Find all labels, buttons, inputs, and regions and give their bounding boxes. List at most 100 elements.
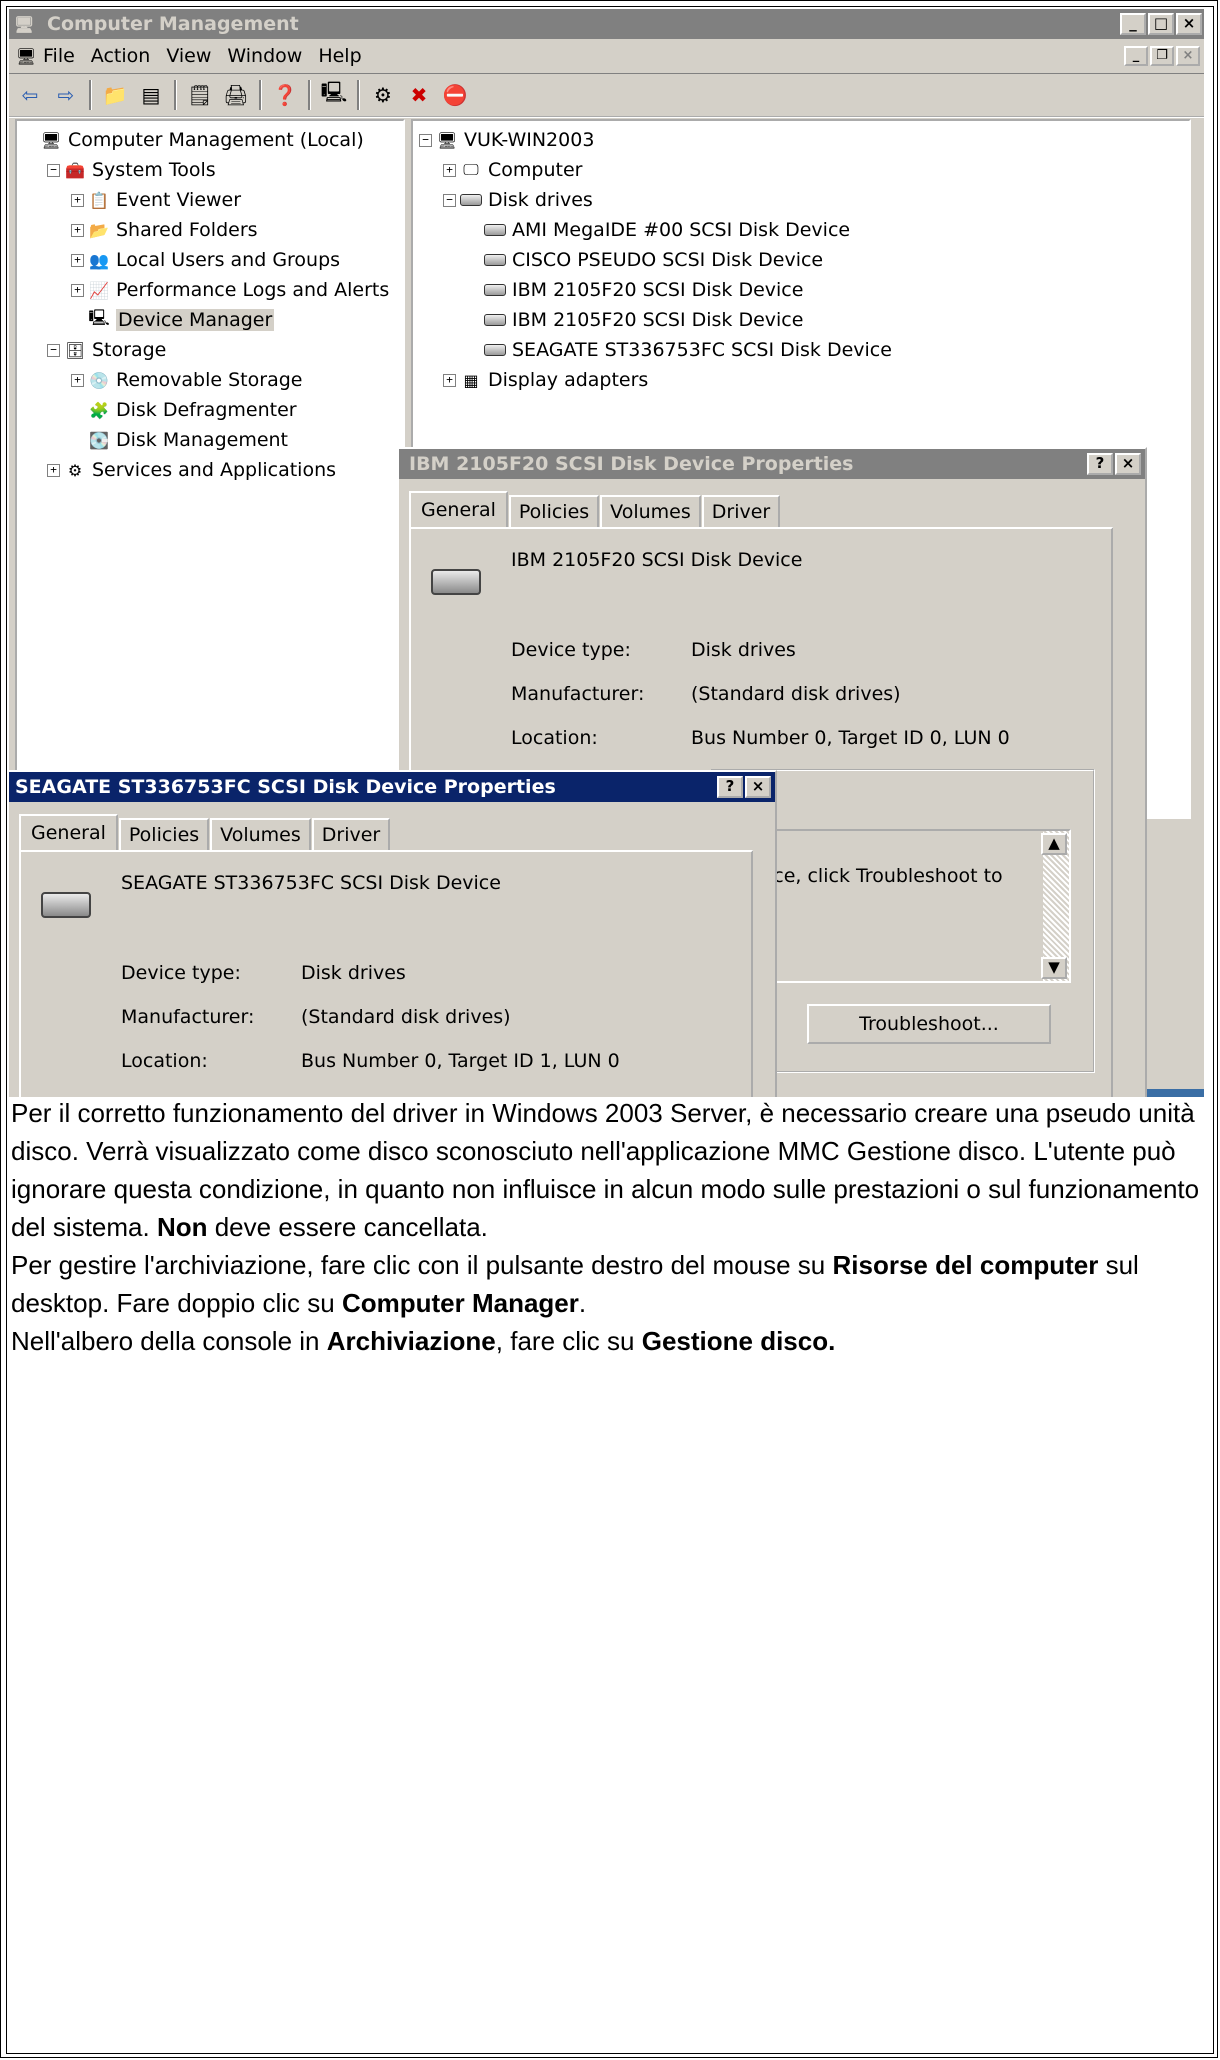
scroll-down-button[interactable]: ▼ xyxy=(1041,957,1067,979)
help-button[interactable]: ? xyxy=(1087,453,1113,475)
disk-shape xyxy=(460,194,482,206)
tree-item[interactable]: CISCO PSEUDO SCSI Disk Device xyxy=(413,245,1189,275)
tree-item-label: IBM 2105F20 SCSI Disk Device xyxy=(512,279,804,301)
tab-policies[interactable]: Policies xyxy=(118,818,210,850)
tree-item-label: CISCO PSEUDO SCSI Disk Device xyxy=(512,249,824,271)
collapse-icon[interactable]: − xyxy=(419,133,432,147)
menu-view[interactable]: View xyxy=(166,45,211,67)
up-folder-icon[interactable]: 📁 xyxy=(100,80,130,110)
tree-item[interactable]: − 🖥 VUK-WIN2003 xyxy=(413,125,1189,155)
tree-item[interactable]: 🖥 Computer Management (Local) xyxy=(17,125,403,155)
tree-item-label: Performance Logs and Alerts xyxy=(116,279,390,301)
storage-icon: 🗄 xyxy=(64,340,86,360)
expand-icon[interactable]: + xyxy=(71,373,84,387)
menu-action[interactable]: Action xyxy=(91,45,151,67)
console-tree-pane[interactable]: 🖥 Computer Management (Local) − 🧰 System Too… xyxy=(15,119,405,819)
text-segment: , fare clic su xyxy=(495,1326,642,1356)
tab-driver[interactable]: Driver xyxy=(311,818,391,850)
mdi-close-button[interactable]: × xyxy=(1176,46,1200,66)
help-button[interactable]: ? xyxy=(717,776,743,798)
mdi-restore-button[interactable]: ❐ xyxy=(1150,46,1174,66)
mmc-titlebar[interactable]: 🖥 Computer Management _ □ × xyxy=(9,9,1204,39)
close-button[interactable]: × xyxy=(1176,13,1202,35)
mdi-minimize-button[interactable]: _ xyxy=(1124,46,1148,66)
seagate-dialog-titlebar[interactable]: SEAGATE ST336753FC SCSI Disk Device Prop… xyxy=(9,772,775,802)
maximize-button[interactable]: □ xyxy=(1148,13,1174,35)
tree-item-label: Removable Storage xyxy=(116,369,303,391)
scan-hardware-icon[interactable]: 🖳 xyxy=(319,80,349,110)
tree-item[interactable]: + 📂 Shared Folders xyxy=(17,215,403,245)
expand-icon[interactable]: + xyxy=(71,193,84,207)
tree-item[interactable]: IBM 2105F20 SCSI Disk Device xyxy=(413,275,1189,305)
back-arrow-icon[interactable]: ⇦ xyxy=(15,80,45,110)
tab-general[interactable]: General xyxy=(409,491,508,527)
disk-icon xyxy=(484,339,506,361)
tree-item[interactable]: + 📈 Performance Logs and Alerts xyxy=(17,275,403,305)
collapse-icon[interactable]: − xyxy=(47,343,60,357)
tree-item[interactable]: SEAGATE ST336753FC SCSI Disk Device xyxy=(413,335,1189,365)
update-driver-icon[interactable]: ⚙ xyxy=(368,80,398,110)
shared-folders-icon: 📂 xyxy=(89,220,109,240)
expand-icon[interactable]: + xyxy=(443,373,456,387)
tree-item[interactable]: + 💿 Removable Storage xyxy=(17,365,403,395)
minimize-button[interactable]: _ xyxy=(1120,13,1146,35)
ibm-dialog-titlebar[interactable]: IBM 2105F20 SCSI Disk Device Properties … xyxy=(399,449,1145,479)
computer-icon: 🖥 xyxy=(436,130,458,150)
tree-item[interactable]: − 🧰 System Tools xyxy=(17,155,403,185)
tree-item-label: Local Users and Groups xyxy=(116,249,341,271)
tree-item[interactable]: + 👥 Local Users and Groups xyxy=(17,245,403,275)
tree-item-label: SEAGATE ST336753FC SCSI Disk Device xyxy=(512,339,892,361)
expand-icon[interactable]: + xyxy=(71,223,84,237)
tree-item[interactable]: + ▦ Display adapters xyxy=(413,365,1189,395)
tree-item[interactable]: 🧩 Disk Defragmenter xyxy=(17,395,403,425)
troubleshoot-button[interactable]: Troubleshoot... xyxy=(807,1004,1051,1044)
tree-item[interactable]: − Disk drives xyxy=(413,185,1189,215)
tree-item[interactable]: 💽 Disk Management xyxy=(17,425,403,455)
tab-general[interactable]: General xyxy=(19,814,118,850)
bold-segment: Gestione disco. xyxy=(641,1326,836,1356)
tree-item[interactable]: 🖳 Device Manager xyxy=(17,305,403,335)
tree-item[interactable]: + ⚙ Services and Applications xyxy=(17,455,403,485)
disk-drive-icon xyxy=(431,569,481,595)
expand-icon[interactable]: + xyxy=(47,463,60,477)
display-adapter-icon: ▦ xyxy=(463,370,479,390)
close-button[interactable]: × xyxy=(1115,453,1141,475)
tab-volumes[interactable]: Volumes xyxy=(210,818,311,850)
disk-shape xyxy=(484,344,506,356)
collapse-icon[interactable]: − xyxy=(443,193,456,207)
disable-icon[interactable]: ⛔ xyxy=(440,80,470,110)
collapse-icon[interactable]: − xyxy=(47,163,60,177)
help-icon[interactable]: ❓ xyxy=(270,80,300,110)
show-hide-tree-icon[interactable]: ▤ xyxy=(136,80,166,110)
tree-item[interactable]: + 📋 Event Viewer xyxy=(17,185,403,215)
tab-volumes[interactable]: Volumes xyxy=(600,495,701,527)
menu-window[interactable]: Window xyxy=(227,45,302,67)
seagate-tabs: General Policies Volumes Driver xyxy=(19,814,775,850)
monitor-icon: 🖵 xyxy=(463,160,479,179)
disk-icon xyxy=(460,189,482,211)
uninstall-icon[interactable]: ✖ xyxy=(404,80,434,110)
tree-item-label: IBM 2105F20 SCSI Disk Device xyxy=(512,309,804,331)
tree-item-label: Storage xyxy=(92,339,167,361)
device-status-text-area[interactable]: device, click Troubleshoot to ▲ ▼ xyxy=(727,829,1071,983)
disk-icon xyxy=(484,219,506,241)
expand-icon[interactable]: + xyxy=(71,253,84,267)
tree-item[interactable]: + 🖵 Computer xyxy=(413,155,1189,185)
tab-driver[interactable]: Driver xyxy=(701,495,781,527)
tab-policies[interactable]: Policies xyxy=(508,495,600,527)
menu-help[interactable]: Help xyxy=(318,45,361,67)
tree-item[interactable]: AMI MegaIDE #00 SCSI Disk Device xyxy=(413,215,1189,245)
properties-icon[interactable]: 🗒 xyxy=(185,80,215,110)
expand-icon[interactable]: + xyxy=(443,163,456,177)
tree-item-label: Device Manager xyxy=(116,309,275,331)
print-icon[interactable]: 🖨 xyxy=(221,80,251,110)
expand-icon[interactable]: + xyxy=(71,283,84,297)
menu-file[interactable]: File xyxy=(43,45,75,67)
forward-arrow-icon[interactable]: ⇨ xyxy=(51,80,81,110)
tree-item[interactable]: IBM 2105F20 SCSI Disk Device xyxy=(413,305,1189,335)
close-button[interactable]: × xyxy=(745,776,771,798)
tree-item[interactable]: − 🗄 Storage xyxy=(17,335,403,365)
computer-management-icon: 🖥 xyxy=(13,14,35,34)
scroll-up-button[interactable]: ▲ xyxy=(1041,833,1067,855)
